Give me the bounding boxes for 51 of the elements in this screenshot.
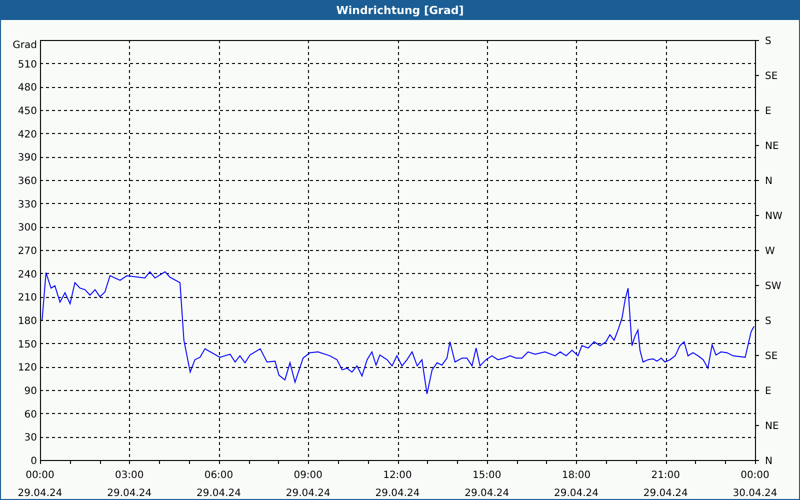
tick-label: SE bbox=[765, 71, 778, 82]
tick-label: 210 bbox=[18, 292, 37, 304]
tick-label: 390 bbox=[18, 152, 37, 164]
tick-label: 0 bbox=[30, 456, 37, 467]
tick-label: N bbox=[765, 456, 772, 467]
tick-label: SE bbox=[765, 351, 778, 362]
tick-label: 180 bbox=[18, 316, 37, 327]
tick-label: NE bbox=[765, 141, 779, 152]
tick-label: 00:00 bbox=[26, 470, 54, 481]
tick-label: E bbox=[765, 106, 772, 117]
tick-label: E bbox=[765, 386, 772, 397]
tick-label: 60 bbox=[24, 409, 37, 420]
tick-label: 420 bbox=[18, 129, 37, 140]
date-label: 29.04.24 bbox=[464, 488, 510, 499]
tick-label: 18:00 bbox=[562, 470, 591, 481]
window-title: Windrichtung [Grad] bbox=[336, 4, 464, 16]
tick-label: 12:00 bbox=[383, 470, 412, 481]
axis-title: Grad bbox=[12, 40, 37, 51]
tick-label: 03:00 bbox=[114, 470, 144, 481]
date-label: 30.04.24 bbox=[732, 488, 778, 499]
tick-label: 240 bbox=[18, 269, 37, 280]
tick-label: 90 bbox=[24, 386, 37, 397]
tick-label: 360 bbox=[18, 176, 37, 187]
tick-label: NW bbox=[765, 211, 782, 222]
date-label: 29.04.24 bbox=[643, 488, 688, 499]
tick-label: 06:00 bbox=[204, 470, 234, 481]
tick-label: 480 bbox=[18, 82, 37, 94]
tick-label: 270 bbox=[18, 246, 37, 257]
tick-label: W bbox=[765, 246, 775, 257]
tick-label: 510 bbox=[18, 59, 37, 70]
date-label: 29.04.24 bbox=[18, 488, 62, 499]
tick-label: S bbox=[765, 316, 772, 327]
date-label: 29.04.24 bbox=[196, 488, 242, 499]
tick-label: 330 bbox=[18, 199, 37, 210]
tick-label: 300 bbox=[18, 222, 37, 234]
tick-label: S bbox=[765, 36, 772, 47]
tick-label: 120 bbox=[18, 362, 37, 374]
tick-label: 450 bbox=[18, 106, 37, 117]
tick-label: N bbox=[765, 176, 772, 187]
tick-label: 21:00 bbox=[651, 470, 680, 481]
tick-label: NE bbox=[765, 421, 779, 432]
tick-label: SW bbox=[765, 281, 782, 292]
tick-label: 00:00 bbox=[740, 470, 770, 481]
tick-label: 150 bbox=[18, 339, 37, 350]
tick-label: 15:00 bbox=[472, 470, 502, 481]
date-label: 29.04.24 bbox=[375, 488, 420, 499]
date-label: 29.04.24 bbox=[107, 488, 152, 499]
tick-label: 30 bbox=[24, 432, 37, 444]
date-label: 29.04.24 bbox=[286, 488, 330, 499]
tick-label: 09:00 bbox=[294, 470, 323, 481]
date-label: 29.04.24 bbox=[554, 488, 599, 499]
